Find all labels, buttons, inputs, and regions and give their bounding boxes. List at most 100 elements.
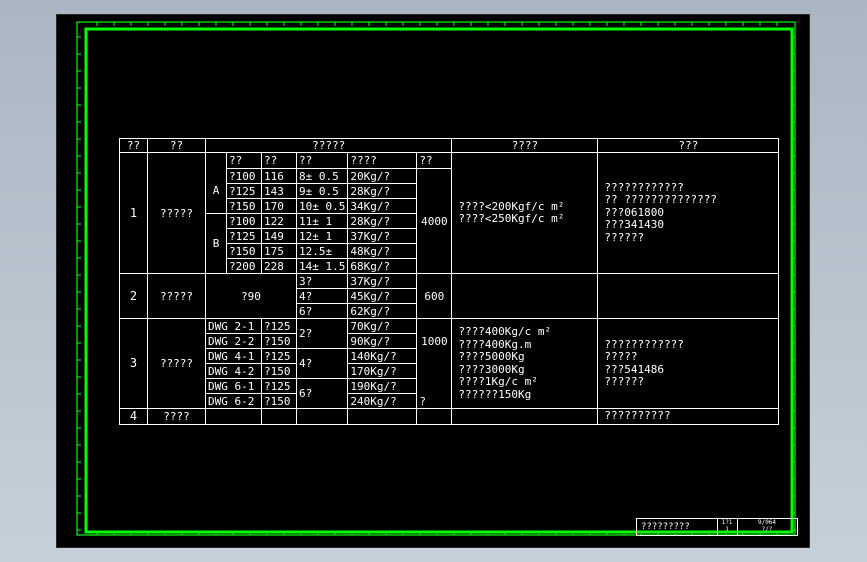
- spec-type: ?125: [261, 378, 297, 394]
- spec-weight: 28Kg/?: [347, 213, 418, 229]
- title-block-code: 9/064 ?/?: [737, 519, 796, 535]
- spec-weight: 62Kg/?: [347, 303, 418, 319]
- load-line: ??????150Kg: [458, 387, 532, 401]
- header-source: ???: [597, 138, 780, 153]
- header-load: ????: [451, 138, 599, 153]
- row1-no: 1: [119, 152, 148, 274]
- spec-dwg: DWG 2-2: [205, 333, 262, 349]
- group-b-label: B: [205, 213, 227, 274]
- spec-type: ?125: [261, 348, 297, 364]
- source-line: ?????: [604, 350, 638, 363]
- spec-thick: 6?: [295, 378, 349, 409]
- spec-type: ?150: [261, 363, 297, 379]
- spec-weight: 140Kg/?: [347, 348, 418, 364]
- subheader-thick: ??: [295, 152, 349, 169]
- row1-name: ?????: [147, 152, 206, 274]
- spec-dia: 228: [261, 258, 297, 274]
- spec-dia: 122: [261, 213, 297, 229]
- spec-thick: 14± 1.5: [295, 258, 349, 274]
- spec-dwg: DWG 4-2: [205, 363, 262, 379]
- source-line: ??????: [604, 375, 645, 388]
- title-block: ????????? 1?1 1 9/064 ?/?: [636, 518, 798, 536]
- spec-weight: 28Kg/?: [347, 183, 418, 199]
- spec-type: ?125: [226, 228, 262, 244]
- row4-source: ??????????: [597, 408, 780, 425]
- row2-type: ?90: [205, 273, 297, 319]
- spec-weight: 90Kg/?: [347, 333, 418, 349]
- row3-no: 3: [119, 318, 148, 409]
- spec-type: ?150: [261, 393, 297, 409]
- table-row: 2 ????? ?90 3? 37Kg/? 600: [119, 273, 780, 319]
- load-line: ????<250Kgf/c m²: [458, 212, 565, 225]
- spec-weight: 45Kg/?: [347, 288, 418, 304]
- spec-weight: 37Kg/?: [347, 273, 418, 289]
- row2-source-empty: [597, 273, 780, 319]
- spec-dia: 170: [261, 198, 297, 214]
- group-a-label: A: [205, 168, 227, 214]
- source-line: ???341430: [604, 218, 664, 232]
- row2-name: ?????: [147, 273, 206, 319]
- row4-no: 4: [119, 408, 148, 425]
- spec-dia: 149: [261, 228, 297, 244]
- row3-name: ?????: [147, 318, 206, 409]
- row2-no: 2: [119, 273, 148, 319]
- spec-dwg: DWG 4-1: [205, 348, 262, 364]
- spec-thick: 4?: [295, 288, 349, 304]
- spec-weight: 170Kg/?: [347, 363, 418, 379]
- row1-source: ???????????? ?? ?????????????? ???061800…: [597, 152, 780, 274]
- row1-load: ????<200Kgf/c m² ????<250Kgf/c m²: [451, 152, 599, 274]
- spec-type: ?100: [226, 168, 262, 184]
- spec-type: ?200: [226, 258, 262, 274]
- table-header-row: ?? ?? ????? ???? ???: [119, 138, 780, 153]
- load-line: ????1Kg/c m²: [458, 375, 538, 388]
- spec-thick: 8± 0.5: [295, 168, 349, 184]
- cad-drawing-viewport[interactable]: ?? ?? ????? ???? ??? 1 ????? ?? ?? ?? ??…: [56, 14, 810, 548]
- specification-table: ?? ?? ????? ???? ??? 1 ????? ?? ?? ?? ??…: [119, 138, 780, 425]
- spec-thick: 3?: [295, 273, 349, 289]
- row3-length-bottom: ?: [416, 363, 453, 409]
- subheader-length: ??: [416, 152, 453, 169]
- subheader-type: ??: [226, 152, 262, 169]
- spec-thick: 11± 1: [295, 213, 349, 229]
- spec-weight: 190Kg/?: [347, 378, 418, 394]
- title-block-name: ?????????: [641, 522, 690, 532]
- spec-dwg: DWG 2-1: [205, 318, 262, 334]
- table-row: 4 ???? ??????????: [119, 408, 780, 425]
- spec-weight: 48Kg/?: [347, 243, 418, 259]
- spec-thick: 9± 0.5: [295, 183, 349, 199]
- header-spec: ?????: [204, 138, 453, 153]
- spec-thick: 12.5±: [295, 243, 349, 259]
- spec-thick: 4?: [295, 348, 349, 379]
- row1-length: 4000: [416, 168, 453, 274]
- spec-dwg: DWG 6-1: [205, 378, 262, 394]
- spec-type: ?150: [226, 198, 262, 214]
- spec-weight: 20Kg/?: [347, 168, 418, 184]
- row3-load: ????400Kg/c m² ????400Kg.m ????5000Kg ??…: [451, 318, 599, 409]
- spec-type: ?100: [226, 213, 262, 229]
- spec-dia: 143: [261, 183, 297, 199]
- spec-thick: 10± 0.5: [295, 198, 349, 214]
- header-no: ??: [119, 138, 148, 153]
- subheader-weight: ????: [347, 152, 418, 169]
- spec-dia: 175: [261, 243, 297, 259]
- row3-source: ???????????? ????? ???541486 ??????: [597, 318, 780, 409]
- table-row: 1 ????? ?? ?? ?? ???? ?? ????<200Kgf/c m…: [119, 152, 780, 274]
- load-line: ????400Kg/c m²: [458, 325, 552, 338]
- spec-weight: 240Kg/?: [347, 393, 418, 409]
- spec-thick: 2?: [295, 318, 349, 349]
- spec-weight: 68Kg/?: [347, 258, 418, 274]
- source-line: ?? ??????????????: [604, 193, 717, 207]
- spec-thick: 12± 1: [295, 228, 349, 244]
- row2-load-empty: [451, 273, 599, 319]
- spec-weight: 37Kg/?: [347, 228, 418, 244]
- spec-dia: 116: [261, 168, 297, 184]
- title-block-sheet: 1?1 1: [717, 519, 736, 535]
- spec-type: ?150: [226, 243, 262, 259]
- spec-type: ?125: [226, 183, 262, 199]
- header-name: ??: [147, 138, 206, 153]
- spec-dwg: DWG 6-2: [205, 393, 262, 409]
- spec-thick: 6?: [295, 303, 349, 319]
- subheader-dia: ??: [261, 152, 297, 169]
- spec-weight: 34Kg/?: [347, 198, 418, 214]
- load-line: ????5000Kg: [458, 350, 525, 363]
